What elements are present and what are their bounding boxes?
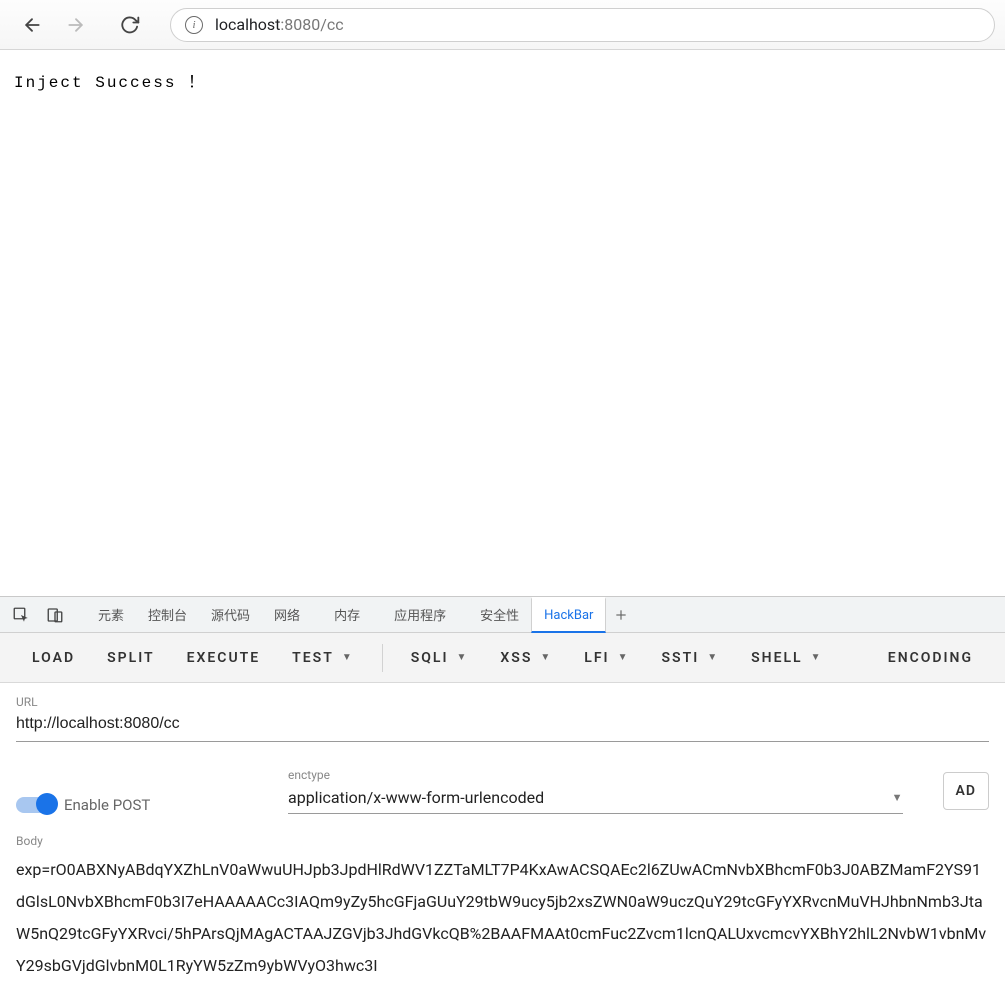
hackbar-fields: URL Enable POST enctype application/x-ww… (0, 683, 1005, 982)
load-button[interactable]: LOAD (18, 642, 89, 674)
chevron-down-icon: ▼ (892, 791, 903, 804)
sqli-label: SQLI (411, 650, 449, 666)
url-input[interactable] (16, 711, 989, 742)
sqli-button[interactable]: SQLI ▼ (397, 642, 483, 674)
inspect-icon (12, 606, 30, 624)
reload-icon (120, 15, 140, 35)
add-tab-button[interactable] (606, 608, 636, 622)
toolbar-divider (382, 644, 383, 672)
chevron-down-icon: ▼ (707, 652, 719, 663)
url-label: URL (16, 695, 989, 709)
devtools-panel: 元素 控制台 源代码 网络 内存 应用程序 安全性 HackBar LOAD S… (0, 596, 1005, 982)
url-host: localhost (215, 15, 280, 34)
tab-application[interactable]: 应用程序 (382, 597, 458, 633)
page-message: Inject Success ！ (14, 74, 206, 92)
devtools-tabstrip: 元素 控制台 源代码 网络 内存 应用程序 安全性 HackBar (0, 597, 1005, 633)
enctype-select[interactable]: application/x-www-form-urlencoded ▼ (288, 784, 903, 814)
browser-navbar: i localhost:8080/cc (0, 0, 1005, 50)
enctype-value: application/x-www-form-urlencoded (288, 788, 892, 807)
tab-network[interactable]: 网络 (262, 597, 312, 633)
reload-button[interactable] (112, 7, 148, 43)
tab-hackbar[interactable]: HackBar (531, 597, 606, 633)
tab-security[interactable]: 安全性 (468, 597, 531, 633)
body-section: Body exp=rO0ABXNyABdqYXZhLnV0aWwuUHJpb3J… (16, 834, 989, 982)
url-display: localhost:8080/cc (215, 15, 344, 34)
toggle-knob (36, 793, 58, 815)
test-button[interactable]: TEST ▼ (278, 642, 368, 674)
ssti-label: SSTI (662, 650, 700, 666)
body-label: Body (16, 834, 989, 848)
xss-label: XSS (500, 650, 532, 666)
chevron-down-icon: ▼ (811, 652, 823, 663)
add-button[interactable]: AD (943, 772, 989, 810)
chevron-down-icon: ▼ (618, 652, 630, 663)
encoding-label: ENCODING (888, 650, 973, 666)
arrow-left-icon (22, 15, 42, 35)
enctype-label: enctype (288, 768, 903, 782)
tab-sources[interactable]: 源代码 (199, 597, 262, 633)
enable-post-toggle-wrap: Enable POST (16, 796, 266, 814)
enctype-field: enctype application/x-www-form-urlencode… (288, 768, 903, 814)
url-path: :8080/cc (280, 15, 343, 34)
chevron-down-icon: ▼ (540, 652, 552, 663)
body-textarea[interactable]: exp=rO0ABXNyABdqYXZhLnV0aWwuUHJpb3JpdHlR… (16, 850, 989, 982)
hackbar-toolbar: LOAD SPLIT EXECUTE TEST ▼ SQLI ▼ XSS ▼ LFI ▼… (0, 633, 1005, 683)
encoding-button[interactable]: ENCODING (874, 642, 987, 674)
ssti-button[interactable]: SSTI ▼ (648, 642, 734, 674)
post-row: Enable POST enctype application/x-www-fo… (16, 768, 989, 814)
enable-post-label: Enable POST (64, 796, 150, 814)
chevron-down-icon: ▼ (342, 652, 354, 663)
arrow-right-icon (66, 15, 86, 35)
device-icon (46, 606, 64, 624)
execute-button[interactable]: EXECUTE (173, 642, 275, 674)
xss-button[interactable]: XSS ▼ (486, 642, 566, 674)
lfi-label: LFI (584, 650, 609, 666)
shell-button[interactable]: SHELL ▼ (737, 642, 836, 674)
enable-post-toggle[interactable] (16, 797, 56, 813)
address-bar[interactable]: i localhost:8080/cc (170, 8, 995, 42)
site-info-icon[interactable]: i (185, 16, 203, 34)
split-button[interactable]: SPLIT (93, 642, 169, 674)
lfi-button[interactable]: LFI ▼ (570, 642, 643, 674)
inspect-element-button[interactable] (8, 602, 34, 628)
tab-memory[interactable]: 内存 (322, 597, 372, 633)
tab-console[interactable]: 控制台 (136, 597, 199, 633)
tab-elements[interactable]: 元素 (86, 597, 136, 633)
back-button[interactable] (14, 7, 50, 43)
test-label: TEST (292, 650, 334, 666)
forward-button[interactable] (58, 7, 94, 43)
plus-icon (614, 608, 628, 622)
shell-label: SHELL (751, 650, 803, 666)
chevron-down-icon: ▼ (457, 652, 469, 663)
device-toolbar-button[interactable] (42, 602, 68, 628)
page-content: Inject Success ！ (0, 50, 1005, 596)
